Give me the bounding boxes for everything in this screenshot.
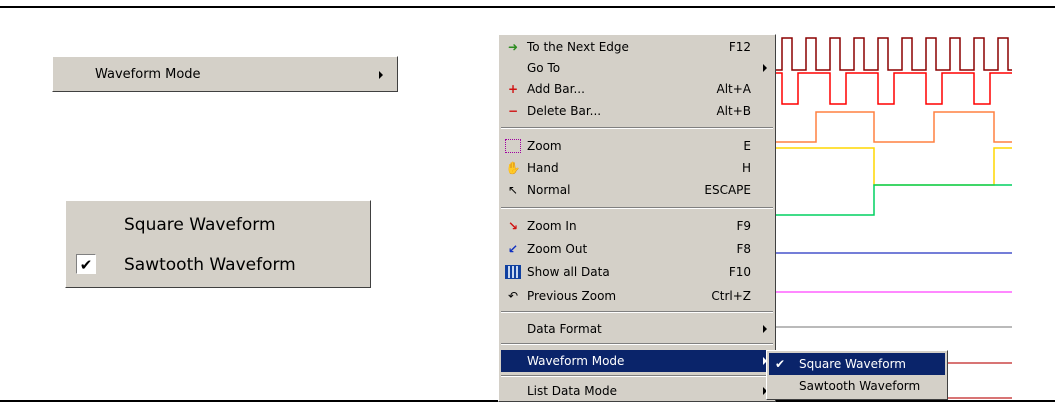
menu-label: Hand [527, 161, 559, 175]
waveform-options-example: Square Waveform ✔ Sawtooth Waveform [65, 200, 371, 288]
wave-trace-1 [770, 37, 1012, 71]
menu-item-zoom[interactable]: Zoom E [501, 135, 773, 157]
menu-label: Show all Data [527, 265, 610, 279]
context-menu: ➜ To the Next Edge F12 Go To + Add Bar..… [498, 34, 776, 402]
zoom-icon [505, 139, 521, 153]
zoom-in-icon: ↘ [507, 219, 519, 233]
wave-trace-5 [770, 184, 1012, 216]
submenu-item-square-waveform[interactable]: ✔ Square Waveform [769, 353, 945, 375]
menu-item-data-format[interactable]: Data Format [501, 318, 773, 340]
menu-item-list-data-mode[interactable]: List Data Mode [501, 380, 773, 402]
menu-label: List Data Mode [527, 384, 617, 398]
zoom-out-icon: ↙ [507, 242, 519, 256]
next-edge-icon: ➜ [507, 40, 519, 54]
arrow-cursor-icon: ↖ [507, 183, 519, 197]
menu-label: Zoom In [527, 219, 577, 233]
menu-item-go-to[interactable]: Go To [501, 57, 773, 79]
menu-shortcut: ESCAPE [704, 183, 751, 197]
waveform-mode-menu-item-example: Waveform Mode [52, 56, 398, 92]
submenu-item-sawtooth-waveform[interactable]: Sawtooth Waveform [769, 375, 945, 397]
hand-icon: ✋ [505, 161, 521, 175]
menu-label: Delete Bar... [527, 104, 602, 118]
menu-item-delete-bar[interactable]: − Delete Bar... Alt+B [501, 100, 773, 122]
menu-shortcut: Ctrl+Z [711, 289, 751, 303]
menu-separator [501, 311, 773, 313]
square-waveform-label: Square Waveform [124, 215, 276, 235]
wave-trace-3 [770, 111, 1012, 143]
menu-item-normal[interactable]: ↖ Normal ESCAPE [501, 179, 773, 201]
waveform-mode-submenu: ✔ Square Waveform Sawtooth Waveform [766, 350, 948, 400]
menu-item-next-edge[interactable]: ➜ To the Next Edge F12 [501, 36, 773, 58]
check-icon: ✔ [775, 357, 786, 371]
submenu-arrow-icon [763, 64, 767, 72]
menu-shortcut: F10 [728, 265, 751, 279]
submenu-label: Sawtooth Waveform [799, 379, 921, 393]
menu-label: Add Bar... [527, 82, 585, 96]
menu-label: To the Next Edge [527, 40, 629, 54]
menu-item-previous-zoom[interactable]: ↶ Previous Zoom Ctrl+Z [501, 285, 773, 307]
menu-label: Data Format [527, 322, 602, 336]
show-all-icon [505, 265, 521, 279]
check-icon: ✔ [76, 254, 96, 274]
square-waveform-option[interactable]: Square Waveform [70, 207, 366, 243]
waveform-traces [770, 37, 1012, 399]
delete-bar-icon: − [507, 104, 519, 118]
menu-shortcut: E [743, 139, 751, 153]
menu-separator [501, 375, 773, 377]
menu-item-zoom-in[interactable]: ↘ Zoom In F9 [501, 215, 773, 237]
menu-shortcut: Alt+A [716, 82, 751, 96]
menu-item-add-bar[interactable]: + Add Bar... Alt+A [501, 78, 773, 100]
menu-item-zoom-out[interactable]: ↙ Zoom Out F8 [501, 238, 773, 260]
wave-trace-4 [770, 147, 1012, 186]
submenu-label: Square Waveform [799, 357, 906, 371]
menu-label: Normal [527, 183, 571, 197]
sawtooth-waveform-label: Sawtooth Waveform [124, 255, 296, 275]
menu-shortcut: F9 [736, 219, 751, 233]
menu-shortcut: F12 [728, 40, 751, 54]
menu-item-waveform-mode[interactable]: Waveform Mode [501, 350, 773, 372]
menu-item-show-all[interactable]: Show all Data F10 [501, 261, 773, 283]
menu-separator [501, 127, 773, 129]
menu-label: Waveform Mode [527, 354, 625, 368]
menu-separator [501, 207, 773, 209]
menu-item-hand[interactable]: ✋ Hand H [501, 157, 773, 179]
menu-shortcut: F8 [736, 242, 751, 256]
add-bar-icon: + [507, 82, 519, 96]
submenu-arrow-icon [763, 325, 767, 333]
sawtooth-waveform-option[interactable]: ✔ Sawtooth Waveform [70, 247, 366, 283]
waveform-display [770, 37, 1012, 399]
waveform-mode-item[interactable]: Waveform Mode [55, 63, 395, 87]
wave-trace-2 [770, 72, 1012, 105]
menu-shortcut: Alt+B [716, 104, 751, 118]
top-rule [0, 6, 1055, 8]
menu-label: Zoom Out [527, 242, 588, 256]
menu-shortcut: H [741, 161, 751, 175]
menu-label: Previous Zoom [527, 289, 617, 303]
menu-label: Zoom [527, 139, 562, 153]
menu-label: Go To [527, 61, 561, 75]
submenu-arrow-icon [379, 71, 383, 79]
menu-separator [501, 343, 773, 345]
undo-icon: ↶ [507, 289, 519, 303]
waveform-mode-label: Waveform Mode [95, 67, 201, 82]
